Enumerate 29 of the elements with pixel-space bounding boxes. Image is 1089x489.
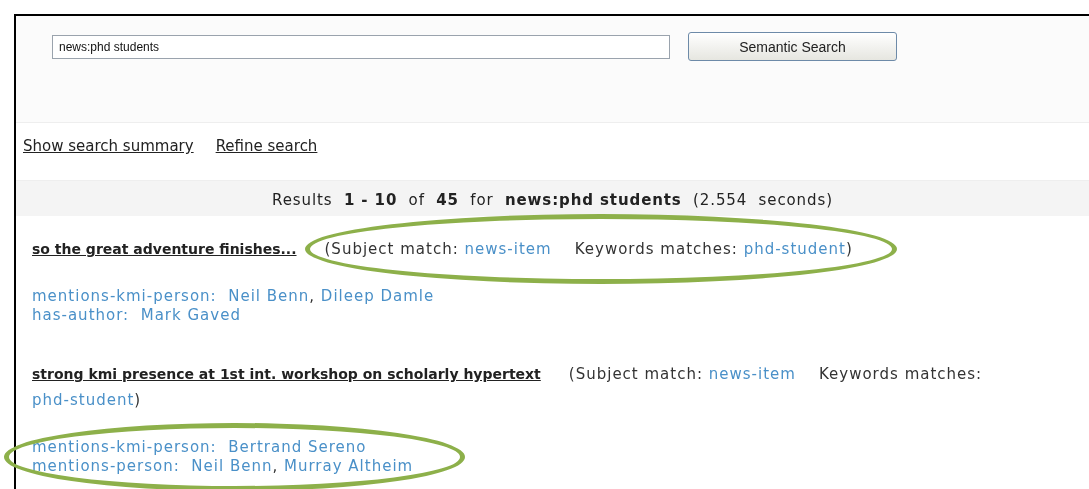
search-field[interactable]: news:phd students bbox=[52, 35, 670, 59]
keyword-link[interactable]: phd-student bbox=[743, 240, 846, 258]
comma: , bbox=[272, 457, 279, 475]
result-title-link[interactable]: strong kmi presence at 1st int. workshop on scholarly hypertext bbox=[32, 366, 541, 382]
person-link[interactable]: Murray Altheim bbox=[284, 457, 414, 475]
person-link[interactable]: Dileep Damle bbox=[320, 287, 435, 305]
result-title-link[interactable]: so the great adventure finishes... bbox=[32, 241, 297, 257]
keywords-match-label: Keywords matches: bbox=[819, 365, 983, 383]
property-link[interactable]: mentions-kmi-person: bbox=[32, 287, 217, 305]
results-summary: Results 1 - 10 of 45 for news:phd students (2.554 seconds) bbox=[272, 191, 833, 209]
property-link[interactable]: mentions-person: bbox=[32, 457, 180, 475]
subject-match-label: (Subject match: bbox=[568, 365, 703, 383]
person-link[interactable]: Bertrand Sereno bbox=[228, 438, 367, 456]
semantic-search-button[interactable]: Semantic Search bbox=[688, 32, 897, 61]
person-link[interactable]: Neil Benn bbox=[228, 287, 310, 305]
subject-link[interactable]: news-item bbox=[708, 365, 796, 383]
refine-search-link[interactable]: Refine search bbox=[215, 137, 318, 180]
show-summary-link[interactable]: Show search summary bbox=[23, 137, 194, 180]
property-link[interactable]: mentions-kmi-person: bbox=[32, 438, 217, 456]
keyword-link[interactable]: phd-student bbox=[32, 391, 135, 409]
subject-link[interactable]: news-item bbox=[464, 240, 552, 258]
subject-match-label: (Subject match: bbox=[324, 240, 459, 258]
property-link[interactable]: has-author: bbox=[32, 306, 130, 324]
closing-parenthesis: ) bbox=[134, 391, 142, 409]
comma: , bbox=[309, 287, 316, 305]
closing-parenthesis: ) bbox=[845, 240, 853, 258]
person-link[interactable]: Mark Gaved bbox=[140, 306, 241, 324]
person-link[interactable]: Neil Benn bbox=[191, 457, 273, 475]
keywords-match-label: Keywords matches: bbox=[574, 240, 738, 258]
